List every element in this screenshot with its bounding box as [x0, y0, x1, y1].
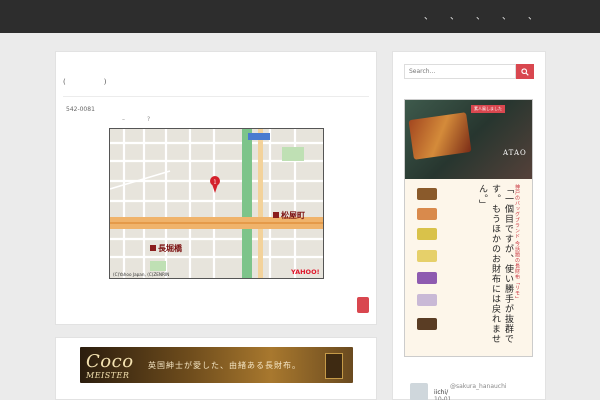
map-copyright: (C)Yahoo Japan, (C)ZENRIN [113, 272, 169, 277]
post-card: () 542-0081 –? 1 長堀橋 松屋町 (C)Yahoo Japan,… [55, 51, 377, 325]
ad-thumb-4 [417, 250, 437, 262]
ad-thumb-2 [417, 208, 437, 220]
top-navbar: 、 、 、 、 、 [0, 0, 600, 33]
banner-ad[interactable]: Coco MEISTER 英国紳士が愛した、由緒ある長財布。 [80, 347, 353, 383]
tweet-name[interactable]: iichi/ [434, 389, 448, 396]
bottom-ad-card: Coco MEISTER 英国紳士が愛した、由緒ある長財布。 [55, 337, 377, 400]
nav-item-5[interactable]: 、 [528, 13, 537, 22]
ad-brand: ATAO [503, 149, 527, 157]
map-pin-number: 1 [213, 180, 216, 186]
ad-wallet-image [408, 112, 472, 160]
tweet-meta: 10-01 [434, 396, 452, 400]
tweet-avatar[interactable] [410, 383, 428, 400]
address-dash: – [122, 116, 125, 123]
sidebar-ad[interactable]: 素人風しました ATAO 「一個目ですが、使い勝手が抜群です。もうほかのお財布に… [404, 99, 533, 357]
nav-item-2[interactable]: 、 [450, 13, 459, 22]
postal-code: 542-0081 [66, 106, 95, 113]
address-line: –? [122, 116, 150, 123]
search-button[interactable] [516, 64, 534, 79]
banner-logo-big: Coco [86, 351, 134, 372]
title-paren-open: ( [63, 78, 66, 86]
banner-text: 英国紳士が愛した、由緒ある長財布。 [148, 361, 301, 370]
search-icon [521, 68, 529, 76]
location-map[interactable]: 1 長堀橋 松屋町 (C)Yahoo Japan, (C)ZENRIN YAHO… [109, 128, 324, 279]
nav-item-4[interactable]: 、 [502, 13, 511, 22]
tweet-handle[interactable]: @sakura_hanauchi [450, 383, 507, 390]
nav-item-1[interactable]: 、 [424, 13, 433, 22]
search-input[interactable] [404, 64, 516, 79]
banner-logo: Coco MEISTER [86, 351, 134, 381]
ad-thumb-7 [417, 318, 437, 330]
ad-thumb-5 [417, 272, 437, 284]
ad-side-copy: 神戸のバッグブランド 今話題の長財布「リモ」 [514, 184, 520, 302]
sidebar: 素人風しました ATAO 「一個目ですが、使い勝手が抜群です。もうほかのお財布に… [392, 51, 546, 400]
nav-item-3[interactable]: 、 [476, 13, 485, 22]
post-title: () [63, 78, 106, 86]
ad-main-copy: 「一個目ですが、使い勝手が抜群です。もうほかのお財布には戻れません。」 [477, 184, 513, 344]
ad-thumb-6 [417, 294, 437, 306]
yahoo-logo: YAHOO! [290, 268, 320, 276]
station-matsuyamachi: 松屋町 [281, 210, 305, 220]
title-paren-close: ) [103, 78, 107, 86]
nav-menu: 、 、 、 、 、 [424, 13, 537, 22]
banner-wallet-image [325, 353, 343, 379]
banner-logo-small: MEISTER [86, 371, 130, 380]
ad-photo: 素人風しました ATAO [405, 100, 532, 179]
station-nagahoribashi: 長堀橋 [158, 243, 183, 253]
ad-thumb-1 [417, 188, 437, 200]
ad-tag: 素人風しました [471, 105, 505, 113]
title-divider [63, 96, 369, 97]
address-question: ? [147, 116, 151, 123]
share-button[interactable] [357, 297, 369, 313]
ad-thumb-3 [417, 228, 437, 240]
